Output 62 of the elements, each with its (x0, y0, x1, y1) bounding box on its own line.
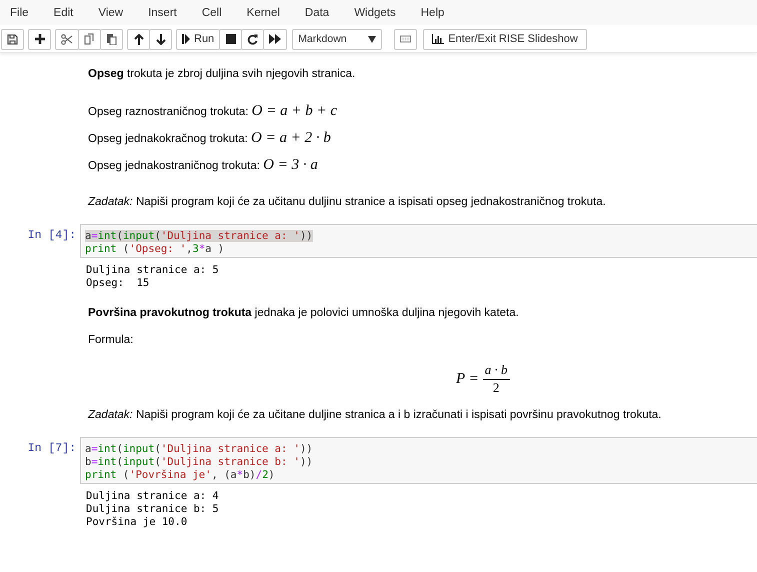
stop-icon (226, 34, 236, 44)
toolbar-button[interactable] (55, 28, 79, 50)
output-line: Duljina stranice a: 4 (86, 490, 220, 503)
menu-item[interactable]: Help (420, 6, 444, 18)
menu-item[interactable]: Cell (202, 6, 222, 18)
rise-slideshow-button[interactable]: Enter/Exit RISE Slideshow (423, 28, 587, 50)
paragraph: Zadatak: Napiši program koji će za učitanu duljinu stranice a ispisati opseg jednakostraničnog trokuta. (88, 195, 607, 210)
caret-icon (368, 36, 376, 42)
formula-label: Opseg jednakostraničnog trokuta: (88, 160, 260, 172)
output-line: Opseg: 15 (86, 277, 150, 290)
code-line: a=int(input('Duljina stranice a: ')) (85, 443, 313, 455)
code-line: b=int(input('Duljina stranice b: ')) (85, 456, 313, 468)
menu-item[interactable]: Kernel (246, 6, 280, 18)
output-line: Duljina stranice a: 5 (86, 264, 220, 277)
menu-item[interactable]: Insert (148, 6, 177, 18)
code-editor[interactable]: a=int(input('Duljina stranice a: ')) b=int(input('Duljina stranice b: ')) print ('Površina je', (a*b)/2) (80, 437, 757, 484)
toolbar-button[interactable] (28, 28, 51, 50)
toolbar-button[interactable] (1, 28, 24, 50)
formula: O = a + 2 · b (251, 130, 331, 146)
toolbar-button[interactable] (100, 28, 123, 50)
menu-item[interactable]: Data (304, 6, 330, 18)
formula-lhs: P = (456, 370, 479, 388)
toolbar-button[interactable] (127, 28, 150, 50)
paragraph: Formula: (88, 333, 134, 348)
plus-icon (34, 34, 44, 44)
menu-item[interactable]: Edit (54, 6, 74, 18)
paragraph: Opseg trokuta je zbroj duljina svih njegovih stranica. (88, 67, 356, 82)
formula-label: Opseg jednakokračnog trokuta: (88, 133, 248, 145)
numerator: a · b (482, 362, 510, 380)
paste-icon (106, 33, 117, 45)
toolbar-button[interactable] (219, 28, 242, 50)
formula: O = 3 · a (263, 157, 318, 173)
menu-item[interactable]: Widgets (354, 6, 396, 18)
run-button[interactable]: Run (176, 28, 220, 50)
copy-icon (84, 33, 95, 45)
denominator: 2 (492, 380, 500, 396)
fast-forward-icon (269, 34, 282, 44)
output-line: Površina je 10.0 (86, 516, 188, 529)
code-line: print ('Opseg: ',3*a ) (85, 243, 224, 255)
code-editor[interactable]: a=int(input('Duljina stranice a: ')) print ('Opseg: ',3*a ) (80, 224, 757, 258)
input-prompt: In [7]: (26, 441, 77, 455)
toolbar-button[interactable] (149, 28, 172, 50)
arrow-down-icon (156, 34, 166, 44)
toolbar-button[interactable] (241, 28, 264, 50)
bar-chart-icon (432, 34, 444, 44)
step-forward-icon (182, 34, 190, 44)
keyboard-icon (400, 35, 412, 43)
formula: O = a + b + c (252, 103, 338, 119)
output-line: Duljina stranice b: 5 (86, 503, 220, 516)
restart-icon (247, 34, 258, 44)
paragraph: Površina pravokutnog trokuta jednaka je polovici umnoška duljina njegovih kateta. (88, 306, 520, 321)
menu-item[interactable]: File (10, 6, 29, 18)
toolbar-button[interactable] (78, 28, 101, 50)
cell-type-dropdown[interactable]: Markdown (292, 28, 382, 50)
scissors-icon (61, 34, 73, 44)
arrow-up-icon (134, 34, 144, 44)
input-prompt: In [4]: (26, 228, 77, 242)
code-line: print ('Površina je', (a*b)/2) (85, 469, 275, 481)
paragraph: Zadatak: Napiši program koji će za učitane duljine stranica a i b izračunati i ispisati površinu pravokutnog trokuta. (88, 408, 662, 423)
menu-item[interactable]: View (98, 6, 124, 18)
formula-label: Opseg raznostraničnog trokuta: (88, 106, 248, 118)
toolbar-button[interactable] (263, 28, 288, 50)
